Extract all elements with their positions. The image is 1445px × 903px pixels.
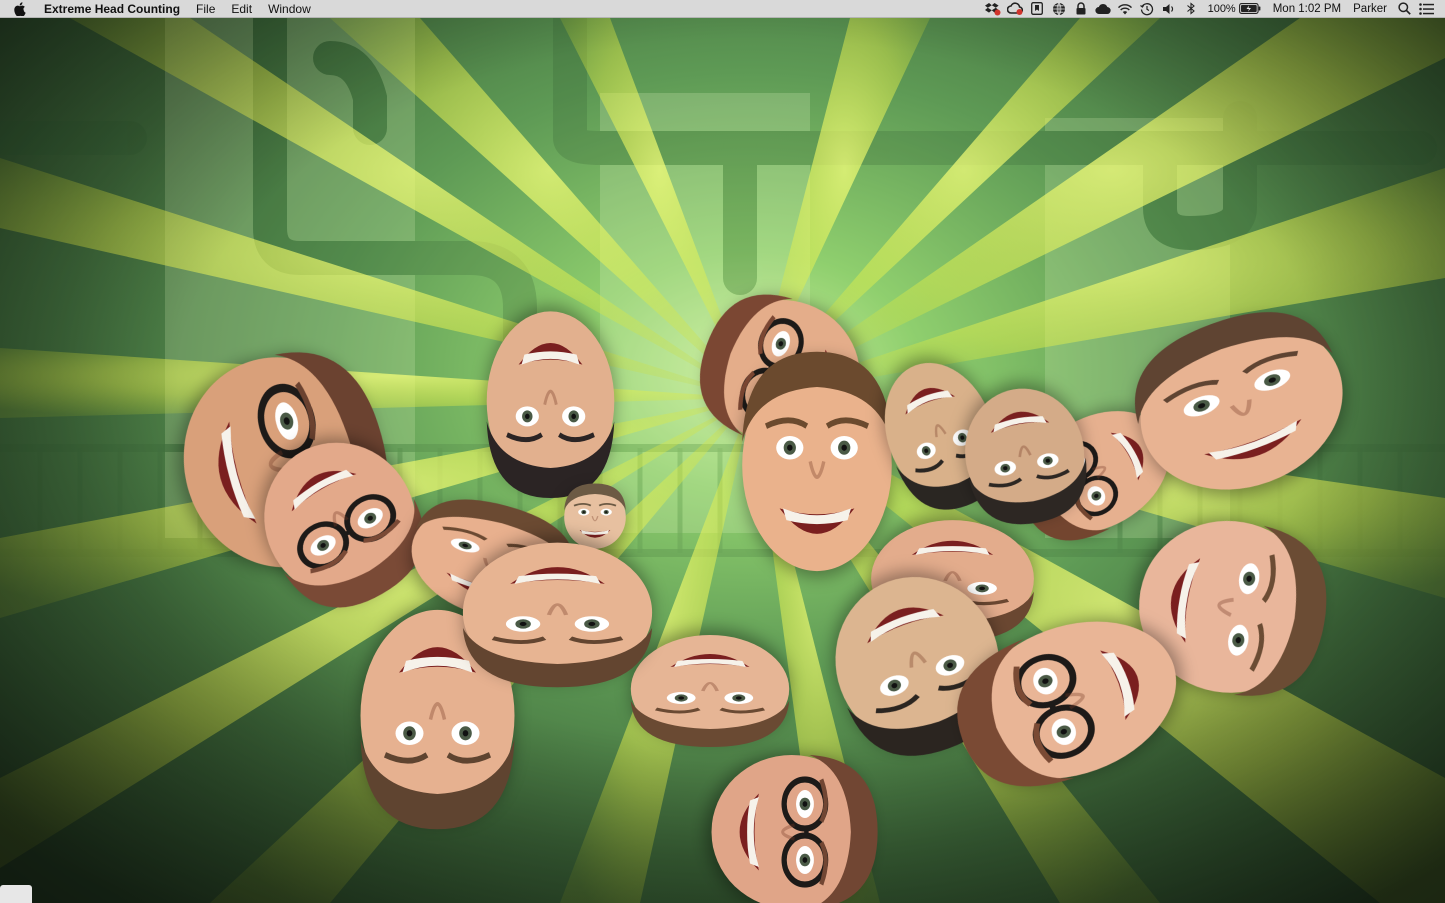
menu-bar: Extreme Head Counting File Edit Window 1… bbox=[0, 0, 1445, 18]
window-menu[interactable]: Window bbox=[260, 0, 319, 18]
wifi-icon[interactable] bbox=[1114, 0, 1136, 18]
user-name-menu[interactable]: Parker bbox=[1347, 0, 1393, 18]
bluetooth-icon[interactable] bbox=[1180, 0, 1202, 18]
head-2[interactable] bbox=[478, 308, 623, 508]
cloud-icon[interactable] bbox=[1092, 0, 1114, 18]
menu-bar-left: Extreme Head Counting File Edit Window bbox=[0, 0, 319, 17]
head-16[interactable] bbox=[450, 540, 665, 695]
globe-icon[interactable] bbox=[1048, 0, 1070, 18]
spotlight-search-icon[interactable] bbox=[1393, 0, 1415, 18]
head-19[interactable] bbox=[709, 745, 887, 903]
bookmark-app-icon[interactable] bbox=[1026, 0, 1048, 18]
apple-menu-icon[interactable] bbox=[13, 1, 33, 16]
creative-cloud-icon[interactable] bbox=[1004, 0, 1026, 18]
time-machine-icon[interactable] bbox=[1136, 0, 1158, 18]
notification-center-icon[interactable] bbox=[1415, 0, 1437, 18]
dock-edge-tab bbox=[0, 885, 32, 903]
volume-icon[interactable] bbox=[1158, 0, 1180, 18]
head-6[interactable] bbox=[732, 340, 902, 575]
file-menu[interactable]: File bbox=[188, 0, 223, 18]
battery-indicator[interactable]: 100% bbox=[1202, 3, 1267, 15]
game-canvas[interactable] bbox=[0, 18, 1445, 903]
dropbox-icon[interactable] bbox=[982, 0, 1004, 18]
app-name-menu[interactable]: Extreme Head Counting bbox=[43, 0, 188, 18]
edit-menu[interactable]: Edit bbox=[223, 0, 260, 18]
menu-clock[interactable]: Mon 1:02 PM bbox=[1267, 0, 1347, 18]
head-8[interactable] bbox=[946, 375, 1104, 541]
battery-icon bbox=[1238, 3, 1261, 14]
battery-percent: 100% bbox=[1207, 2, 1236, 15]
menu-bar-status: 100% Mon 1:02 PM Parker bbox=[982, 0, 1445, 17]
lock-icon[interactable] bbox=[1070, 0, 1092, 18]
